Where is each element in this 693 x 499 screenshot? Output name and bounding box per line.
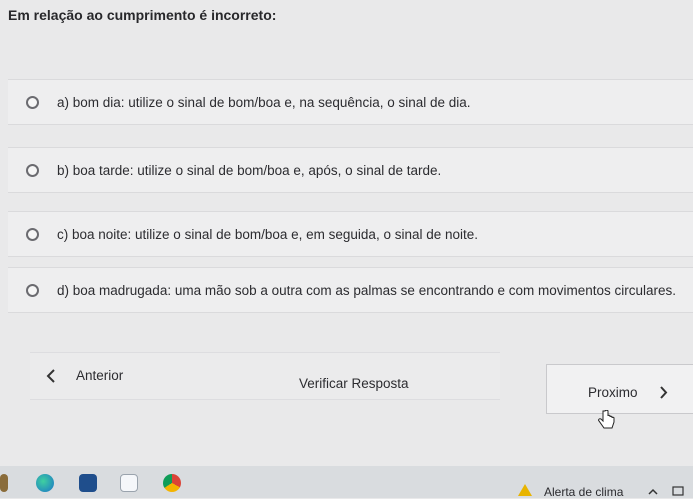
previous-button[interactable]: Anterior bbox=[30, 352, 190, 400]
option-b-label: b) boa tarde: utilize o sinal de bom/boa… bbox=[57, 162, 442, 178]
option-d[interactable]: d) boa madrugada: uma mão sob a outra co… bbox=[8, 267, 693, 313]
edge-icon[interactable] bbox=[36, 474, 54, 492]
chrome-icon[interactable] bbox=[163, 474, 181, 492]
app-icon[interactable] bbox=[0, 474, 8, 492]
hand-pointer-icon bbox=[598, 410, 615, 429]
speaker-icon[interactable] bbox=[672, 486, 684, 496]
taskbar: Alerta de clima bbox=[0, 466, 693, 499]
previous-label: Anterior bbox=[76, 368, 124, 383]
option-c[interactable]: c) boa noite: utilize o sinal de bom/boa… bbox=[8, 211, 693, 257]
verify-answer-button[interactable]: Verificar Resposta bbox=[190, 352, 500, 400]
radio-c[interactable] bbox=[26, 227, 39, 241]
option-a-label: a) bom dia: utilize o sinal de bom/boa e… bbox=[57, 94, 471, 110]
window-icon[interactable] bbox=[120, 474, 138, 492]
option-d-label: d) boa madrugada: uma mão sob a outra co… bbox=[57, 282, 677, 298]
next-button[interactable]: Proximo bbox=[546, 364, 693, 414]
chevron-left-icon bbox=[46, 369, 55, 383]
radio-a[interactable] bbox=[26, 95, 39, 109]
radio-d[interactable] bbox=[26, 283, 39, 297]
chevron-right-icon bbox=[660, 386, 668, 399]
radio-b[interactable] bbox=[26, 163, 39, 177]
next-label: Proximo bbox=[588, 385, 638, 400]
verify-answer-label: Verificar Resposta bbox=[299, 376, 409, 391]
option-b[interactable]: b) boa tarde: utilize o sinal de bom/boa… bbox=[8, 147, 693, 193]
store-icon[interactable] bbox=[79, 474, 97, 492]
option-a[interactable]: a) bom dia: utilize o sinal de bom/boa e… bbox=[8, 79, 693, 125]
chevron-up-icon[interactable] bbox=[648, 488, 658, 495]
weather-alert-label[interactable]: Alerta de clima bbox=[544, 485, 623, 499]
option-c-label: c) boa noite: utilize o sinal de bom/boa… bbox=[57, 226, 479, 242]
weather-alert-icon[interactable] bbox=[518, 484, 532, 496]
question-title: Em relação ao cumprimento é incorreto: bbox=[8, 7, 277, 23]
